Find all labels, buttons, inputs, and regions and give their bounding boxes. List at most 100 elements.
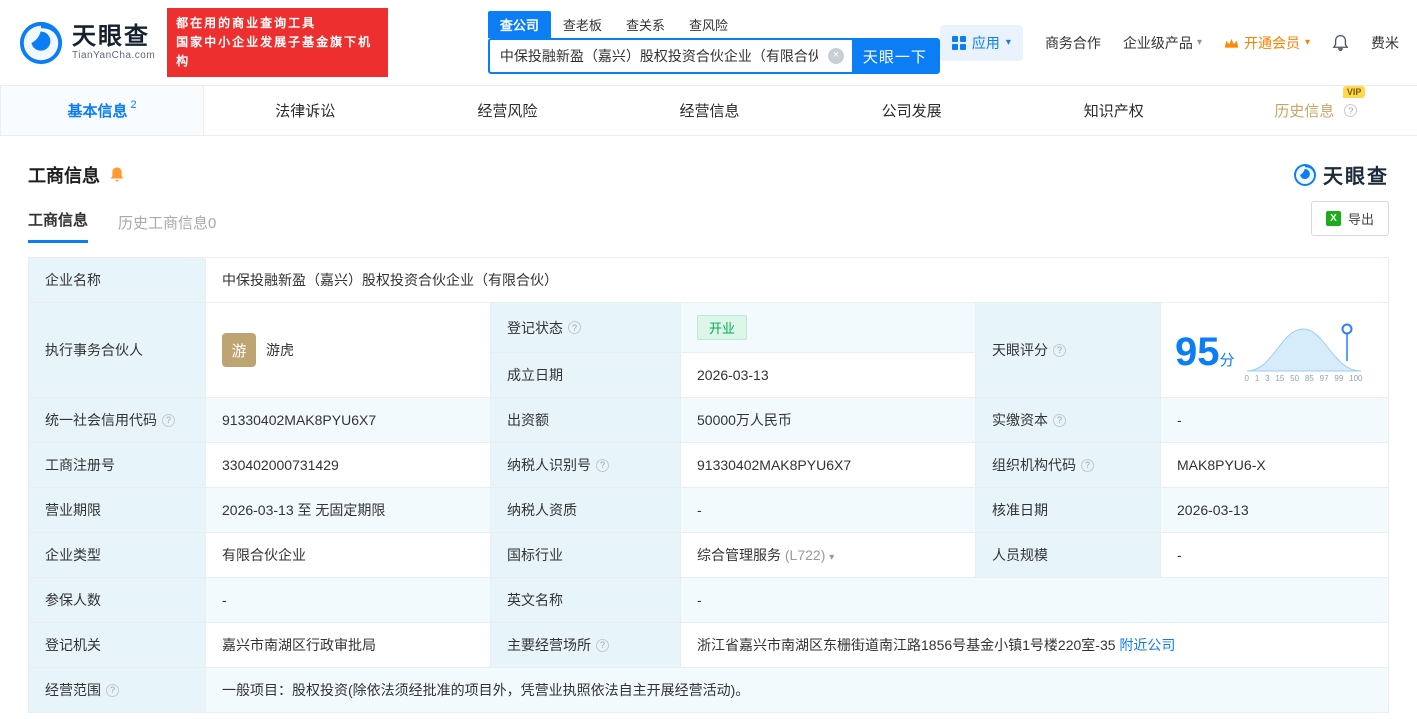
field-value-company-name: 中保投融新盈（嘉兴）股权投资合伙企业（有限合伙） — [205, 257, 1389, 303]
reg-status-label-text: 登记状态 — [507, 319, 563, 336]
business-scope-label-text: 经营范围 — [45, 682, 101, 698]
partner-avatar[interactable]: 游 — [222, 333, 256, 367]
field-label-reg-authority: 登记机关 — [28, 622, 206, 668]
menu-enterprise[interactable]: 企业级产品 ▾ — [1123, 33, 1202, 53]
score-unit: 分 — [1219, 352, 1235, 369]
field-value-capital: 50000万人民币 — [680, 397, 976, 443]
apps-label: 应用 — [971, 34, 1000, 51]
logo-title: 天眼查 — [72, 22, 150, 50]
tab-legal[interactable]: 法律诉讼 — [204, 86, 406, 135]
company-nav-tabs: 基本信息 2 法律诉讼 经营风险 经营信息 公司发展 知识产权 历史信息 VIP… — [0, 86, 1417, 136]
score-chart: 0 1 3 15 50 85 97 99 100 — [1245, 321, 1363, 383]
tab-operation-info[interactable]: 经营信息 — [608, 86, 810, 135]
field-label-business-term: 营业期限 — [28, 487, 206, 533]
field-label-company-type: 企业类型 — [28, 532, 206, 578]
field-value-org-code: MAK8PYU6-X — [1160, 442, 1389, 488]
enterprise-label: 企业级产品 — [1122, 34, 1193, 51]
tab-history-label: 历史信息 — [1274, 103, 1335, 120]
help-icon[interactable]: ? — [1081, 458, 1094, 472]
search-tabs: 查公司 查老板 查关系 查风险 — [487, 11, 940, 38]
caret-down-icon: ▾ — [1304, 37, 1310, 48]
industry-code: (L722) — [784, 547, 826, 563]
tab-intellectual-property[interactable]: 知识产权 — [1013, 86, 1215, 135]
score-axis-labels: 0 1 3 15 50 85 97 99 100 — [1244, 374, 1363, 383]
search-tab-risk[interactable]: 查风险 — [677, 11, 740, 38]
logo-swirl-icon — [19, 21, 63, 64]
search-tab-relation[interactable]: 查关系 — [614, 11, 677, 38]
user-nickname[interactable]: 费米 — [1371, 33, 1399, 53]
help-icon[interactable]: ? — [1053, 413, 1066, 427]
score-number: 95 — [1175, 330, 1220, 374]
field-label-paid-capital: 实缴资本? — [975, 397, 1161, 443]
help-icon[interactable]: ? — [596, 458, 609, 472]
section-header: 工商信息 天眼查 — [28, 160, 1389, 189]
watermark-logo-text: 天眼查 — [1323, 166, 1389, 188]
search-area: 查公司 查老板 查关系 查风险 × 天眼一下 — [487, 11, 940, 74]
field-label-executive-partner: 执行事务合伙人 — [28, 302, 206, 398]
field-value-staff-size: - — [1160, 532, 1389, 578]
subscribe-bell-icon[interactable] — [109, 166, 125, 183]
open-vip-link[interactable]: 开通会员 ▾ — [1224, 33, 1310, 53]
industry-name: 综合管理服务 — [697, 547, 781, 563]
field-label-org-code: 组织机构代码? — [975, 442, 1161, 488]
export-button[interactable]: X 导出 — [1310, 201, 1389, 236]
field-value-approval-date: 2026-03-13 — [1160, 487, 1389, 533]
section-watermark-logo: 天眼查 — [1293, 160, 1389, 189]
excel-icon: X — [1325, 211, 1341, 226]
grid-icon — [951, 35, 966, 50]
top-header: 天眼查 TianYanCha.com 都在用的商业查询工具 国家中小企业发展子基… — [0, 0, 1417, 86]
field-value-english-name: - — [680, 577, 1389, 623]
nearby-companies-link[interactable]: 附近公司 — [1119, 637, 1175, 653]
help-icon[interactable]: ? — [568, 321, 581, 334]
menu-cooperation[interactable]: 商务合作 — [1045, 33, 1101, 53]
search-tab-company[interactable]: 查公司 — [487, 11, 551, 38]
header-menu: 应用 ▾ 商务合作 企业级产品 ▾ 开通会员 ▾ 费米 — [939, 24, 1399, 61]
help-icon[interactable]: ? — [162, 413, 175, 427]
industry-expand-caret-icon[interactable]: ▾ — [829, 552, 834, 563]
field-value-paid-capital: - — [1160, 397, 1389, 443]
slogan-banner: 都在用的商业查询工具 国家中小企业发展子基金旗下机构 — [167, 7, 388, 78]
tab-company-development[interactable]: 公司发展 — [811, 86, 1013, 135]
tianyancha-logo[interactable]: 天眼查 TianYanCha.com — [18, 20, 155, 66]
section-title: 工商信息 — [28, 165, 100, 186]
field-value-taxpayer-quality: - — [680, 487, 976, 533]
help-icon[interactable]: ? — [106, 683, 119, 697]
logo-subtitle: TianYanCha.com — [72, 50, 156, 62]
help-icon[interactable]: ? — [596, 638, 609, 652]
apps-menu[interactable]: 应用 ▾ — [939, 24, 1023, 61]
tab-operation-risk[interactable]: 经营风险 — [406, 86, 608, 135]
crown-icon — [1224, 38, 1239, 48]
field-value-reg-authority: 嘉兴市南湖区行政审批局 — [205, 622, 491, 668]
score-label-text: 天眼评分 — [992, 342, 1048, 358]
field-label-taxpayer-id: 纳税人识别号? — [490, 442, 681, 488]
partner-name-link[interactable]: 游虎 — [266, 340, 294, 360]
export-label: 导出 — [1347, 212, 1374, 227]
field-label-address: 主要经营场所? — [490, 622, 681, 668]
field-label-establish-date: 成立日期 — [490, 352, 681, 398]
search-button[interactable]: 天眼一下 — [851, 40, 938, 72]
search-input[interactable] — [489, 48, 828, 64]
field-label-business-scope: 经营范围? — [28, 667, 206, 713]
field-label-credit-code: 统一社会信用代码? — [28, 397, 206, 443]
field-value-reg-status: 开业 — [680, 302, 976, 353]
search-tab-boss[interactable]: 查老板 — [551, 11, 614, 38]
clear-search-icon[interactable]: × — [827, 48, 844, 64]
help-icon[interactable]: ? — [1053, 343, 1066, 357]
field-label-industry: 国标行业 — [490, 532, 681, 578]
field-label-reg-status: 登记状态 ? — [490, 302, 681, 353]
address-text: 浙江省嘉兴市南湖区东栅街道南江路1856号基金小镇1号楼220室-35 — [697, 637, 1116, 653]
field-label-english-name: 英文名称 — [490, 577, 681, 623]
field-value-taxpayer-id: 91330402MAK8PYU6X7 — [680, 442, 976, 488]
notification-bell-icon[interactable] — [1332, 34, 1349, 52]
subtab-business-info[interactable]: 工商信息 — [28, 209, 89, 243]
caret-down-icon: ▾ — [1196, 37, 1202, 48]
tab-history-info[interactable]: 历史信息 VIP ? — [1215, 86, 1417, 135]
subtab-history-business-info[interactable]: 历史工商信息0 — [118, 212, 216, 243]
slogan-line2: 国家中小企业发展子基金旗下机构 — [176, 34, 373, 69]
tab-basic-info[interactable]: 基本信息 2 — [0, 86, 205, 135]
credit-code-label-text: 统一社会信用代码 — [45, 412, 157, 428]
paid-capital-label-text: 实缴资本 — [992, 412, 1048, 428]
field-value-industry: 综合管理服务 (L722) ▾ — [680, 532, 976, 578]
help-icon[interactable]: ? — [1344, 104, 1358, 117]
field-label-insured-count: 参保人数 — [28, 577, 206, 623]
